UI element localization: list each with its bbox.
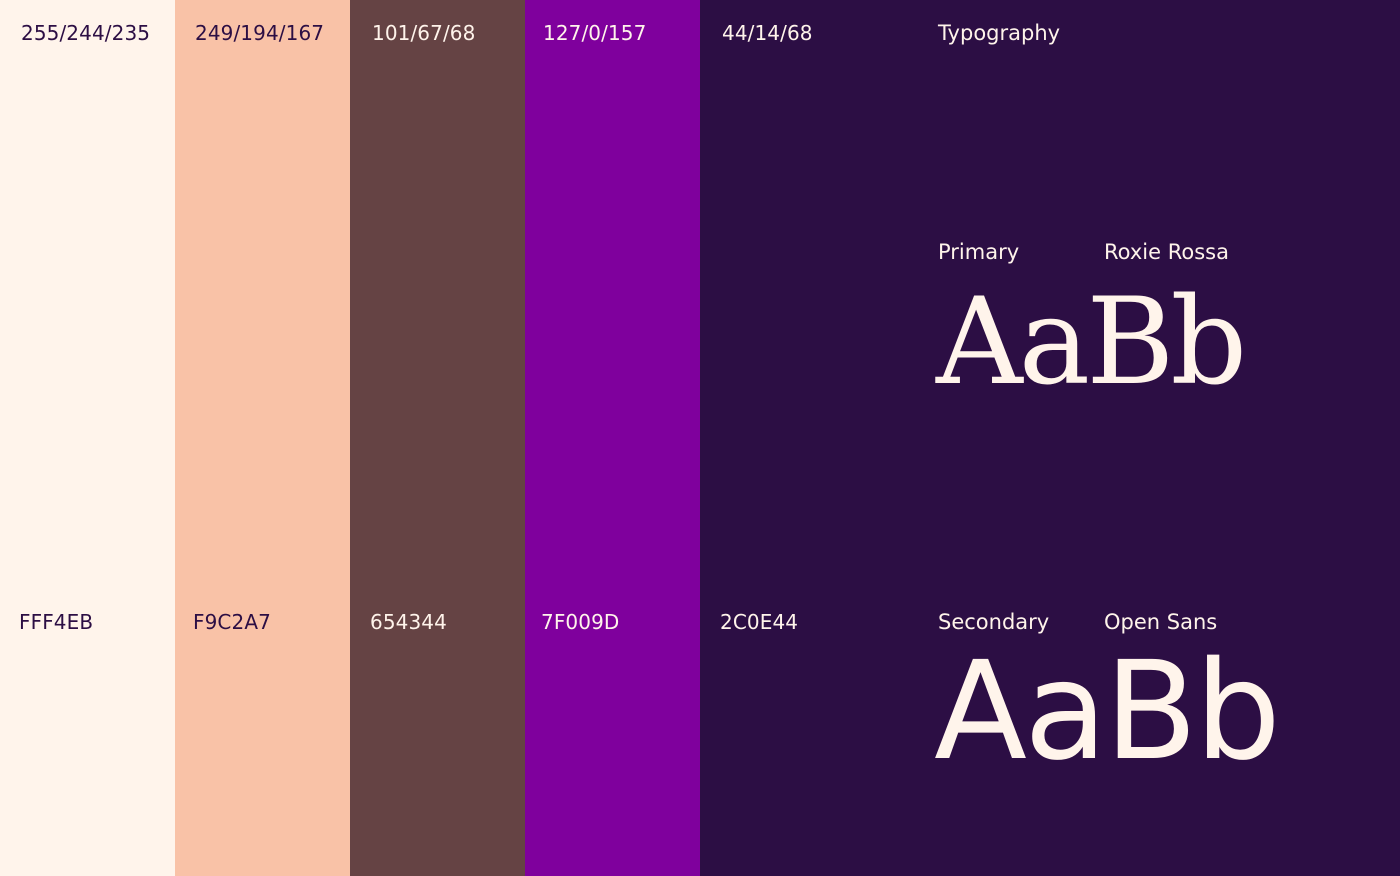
swatch-hex-value: 2C0E44 [720, 610, 799, 634]
swatch-hex-value: 7F009D [541, 610, 620, 634]
secondary-font-label: Secondary [938, 610, 1050, 634]
secondary-font-name: Open Sans [1104, 610, 1218, 634]
swatch-rgb-value: 127/0/157 [543, 21, 647, 45]
swatch-hex-value: F9C2A7 [193, 610, 271, 634]
primary-font-label: Primary [938, 240, 1020, 264]
primary-font-specimen: AaBb [936, 273, 1247, 412]
swatch-purple: 127/0/157 7F009D [525, 0, 700, 876]
secondary-font-specimen: AaBb [934, 633, 1281, 791]
typography-title: Typography [938, 21, 1061, 45]
swatch-brown: 101/67/68 654344 [350, 0, 525, 876]
swatch-hex-value: FFF4EB [19, 610, 94, 634]
swatch-hex-value: 654344 [370, 610, 447, 634]
swatch-rgb-value: 44/14/68 [722, 21, 813, 45]
swatch-rgb-value: 249/194/167 [195, 21, 325, 45]
swatch-rgb-value: 101/67/68 [372, 21, 476, 45]
swatch-peach: 249/194/167 F9C2A7 [175, 0, 350, 876]
swatch-rgb-value: 255/244/235 [21, 21, 151, 45]
swatch-cream: 255/244/235 FFF4EB [0, 0, 175, 876]
primary-font-name: Roxie Rossa [1104, 240, 1229, 264]
